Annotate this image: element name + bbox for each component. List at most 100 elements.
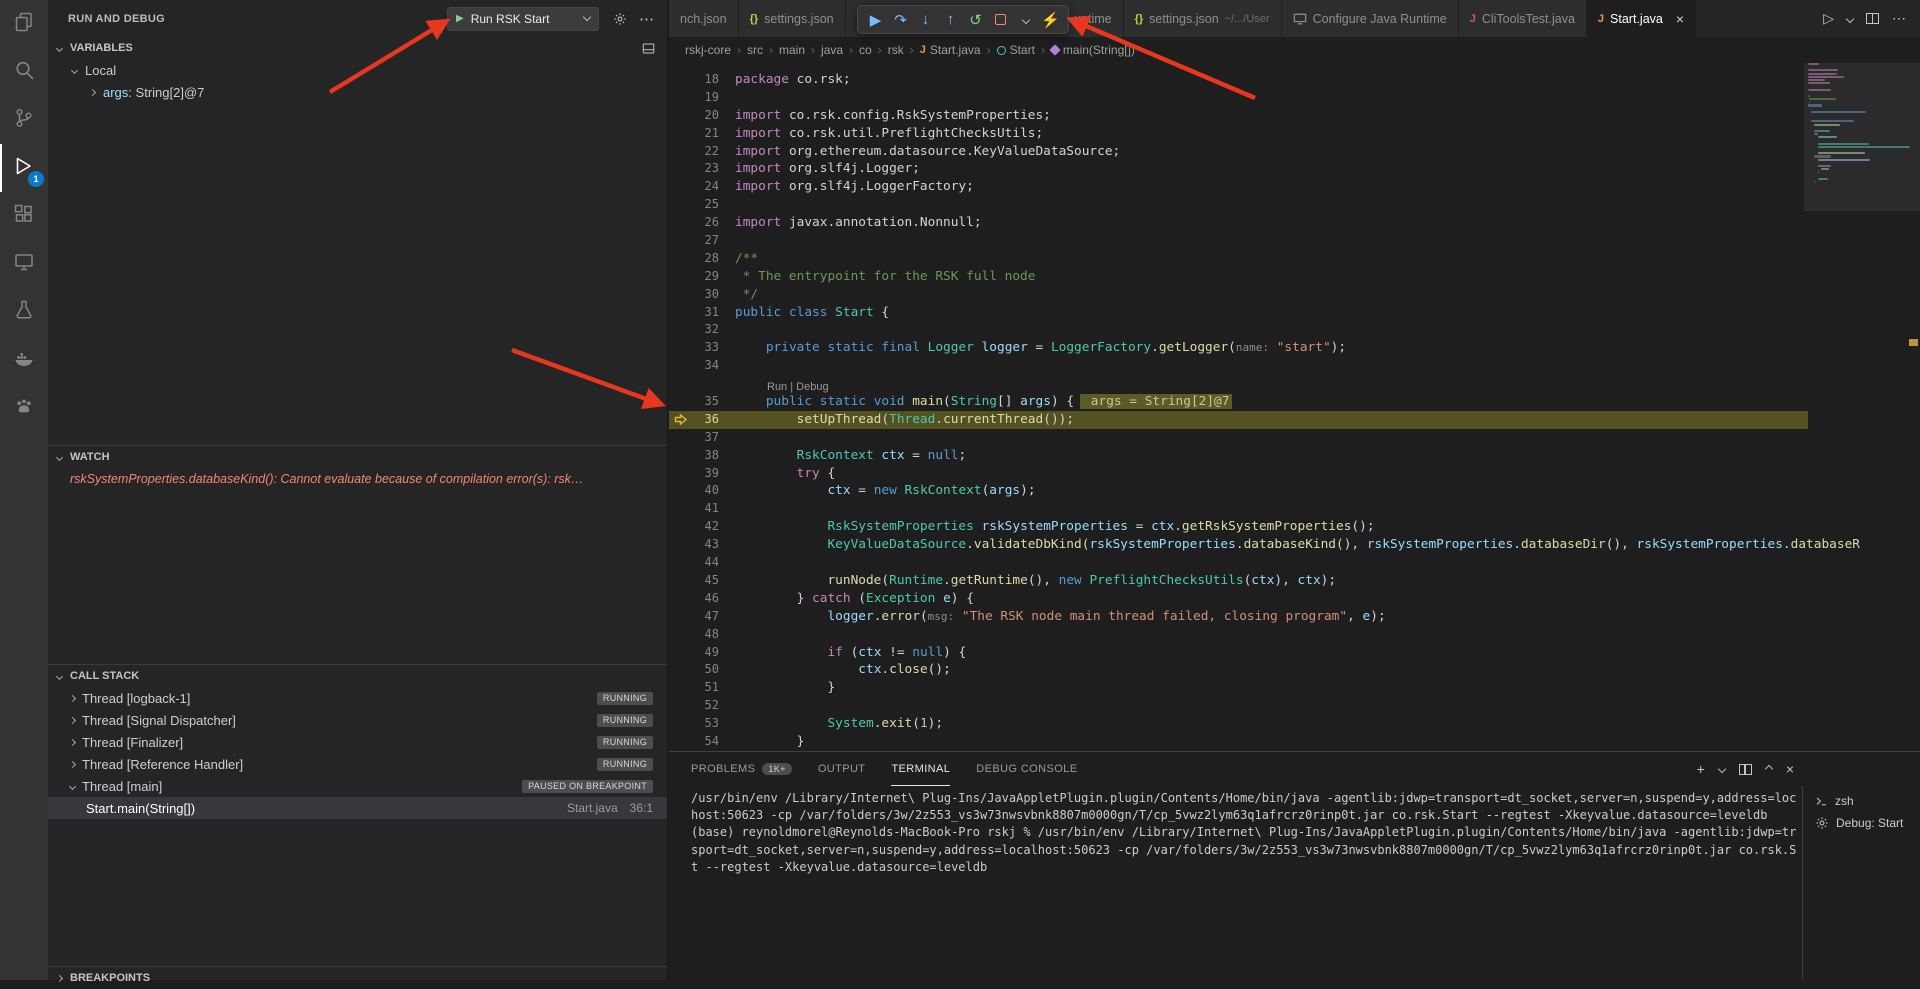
split-terminal-icon[interactable] (1739, 764, 1752, 775)
code-line[interactable]: 40 ctx = new RskContext(args); (669, 482, 1808, 500)
open-panel-icon[interactable] (642, 42, 655, 55)
panel-tab-debug-console[interactable]: DEBUG CONSOLE (976, 752, 1077, 786)
code-line[interactable]: 37 (669, 429, 1808, 447)
panel-tab-output[interactable]: OUTPUT (818, 752, 866, 786)
code-line[interactable]: 30 */ (669, 286, 1808, 304)
code-line[interactable]: 20import co.rsk.config.RskSystemProperti… (669, 107, 1808, 125)
chevron-down-icon[interactable] (1846, 14, 1854, 22)
more-actions-icon[interactable]: ⋯ (639, 10, 655, 28)
chevron-down-icon[interactable] (1718, 765, 1726, 773)
watch-header[interactable]: WATCH (48, 446, 667, 468)
variable-args[interactable]: args: String[2]@7 (48, 81, 667, 103)
restart-button[interactable]: ↺ (963, 6, 988, 33)
code-line[interactable]: 29 * The entrypoint for the RSK full nod… (669, 268, 1808, 286)
activity-testing-button[interactable] (0, 288, 48, 336)
code-line[interactable]: 19 (669, 89, 1808, 107)
tab-settings-json[interactable]: {}settings.json~/.../User (1124, 0, 1282, 37)
code-line[interactable]: 50 ctx.close(); (669, 661, 1808, 679)
breadcrumb-item[interactable]: main (779, 43, 805, 57)
breadcrumb-item[interactable]: rsk (888, 43, 904, 57)
code-line[interactable]: 46 } catch (Exception e) { (669, 590, 1808, 608)
terminal-output[interactable]: /usr/bin/env /Library/Internet\ Plug-Ins… (691, 790, 1796, 980)
code-line[interactable]: 45 runNode(Runtime.getRuntime(), new Pre… (669, 572, 1808, 590)
code-line[interactable]: 25 (669, 196, 1808, 214)
minimap[interactable] (1808, 63, 1906, 751)
activity-source-control-button[interactable] (0, 96, 48, 144)
code-line[interactable]: 23import org.slf4j.Logger; (669, 160, 1808, 178)
breadcrumb-item[interactable]: main(String[]) (1051, 43, 1135, 57)
code-line[interactable]: 42 RskSystemProperties rskSystemProperti… (669, 518, 1808, 536)
code-line[interactable]: 33 private static final Logger logger = … (669, 339, 1808, 357)
thread-row[interactable]: Thread [Signal Dispatcher]RUNNING (48, 709, 667, 731)
step-out-button[interactable]: ↑ (938, 6, 963, 33)
code-line[interactable]: 48 (669, 626, 1808, 644)
breadcrumb-item[interactable]: rskj-core (685, 43, 731, 57)
code-line[interactable]: 28/** (669, 250, 1808, 268)
current-execution-line[interactable]: 36 setUpThread(Thread.currentThread()); (669, 411, 1808, 429)
tab-settings-json[interactable]: {}settings.json (739, 0, 846, 37)
continue-button[interactable]: ▶ (863, 6, 888, 33)
code-editor[interactable]: 18package co.rsk;1920import co.rsk.confi… (669, 63, 1920, 751)
tab-start-java[interactable]: JStart.java× (1587, 0, 1696, 37)
more-actions-icon[interactable]: ⋯ (1892, 10, 1906, 27)
gear-icon[interactable] (613, 12, 627, 26)
maximize-panel-icon[interactable] (1765, 765, 1773, 773)
breakpoints-header[interactable]: BREAKPOINTS (48, 967, 667, 989)
code-line[interactable]: 53 System.exit(1); (669, 715, 1808, 733)
thread-row[interactable]: Thread [Reference Handler]RUNNING (48, 753, 667, 775)
panel-tab-terminal[interactable]: TERMINAL (891, 752, 950, 786)
code-line[interactable]: 38 RskContext ctx = null; (669, 447, 1808, 465)
activity-docker-button[interactable] (0, 336, 48, 384)
activity-extensions-button[interactable] (0, 192, 48, 240)
stack-frame[interactable]: Start.main(String[])Start.java36:1 (48, 797, 667, 819)
close-panel-button[interactable]: × (1786, 761, 1794, 777)
code-line[interactable]: 41 (669, 500, 1808, 518)
launch-config-select[interactable]: ▶ Run RSK Start (447, 7, 599, 31)
watch-expression[interactable]: rskSystemProperties.databaseKind(): Cann… (48, 468, 667, 486)
code-line[interactable]: 31public class Start { (669, 304, 1808, 322)
code-line[interactable]: 35 public static void main(String[] args… (669, 393, 1808, 411)
breadcrumb-item[interactable]: java (821, 43, 843, 57)
thread-row[interactable]: Thread [Finalizer]RUNNING (48, 731, 667, 753)
code-line[interactable]: 49 if (ctx != null) { (669, 644, 1808, 662)
code-lens-run-debug[interactable]: Run | Debug (669, 375, 1808, 393)
tab-nch-json[interactable]: nch.json (669, 0, 739, 37)
step-over-button[interactable]: ↷ (888, 6, 913, 33)
code-line[interactable]: 32 (669, 321, 1808, 339)
code-line[interactable]: 21import co.rsk.util.PreflightChecksUtil… (669, 125, 1808, 143)
terminal-list-item[interactable]: zsh (1803, 790, 1920, 812)
code-line[interactable]: 18package co.rsk; (669, 71, 1808, 89)
breadcrumb-item[interactable]: src (747, 43, 763, 57)
code-line[interactable]: 34 (669, 357, 1808, 375)
code-line[interactable]: 52 (669, 697, 1808, 715)
code-line[interactable]: 26import javax.annotation.Nonnull; (669, 214, 1808, 232)
run-file-button[interactable]: ▷ (1823, 10, 1834, 27)
code-line[interactable]: 22import org.ethereum.datasource.KeyValu… (669, 143, 1808, 161)
stop-button[interactable] (988, 6, 1013, 33)
split-editor-icon[interactable] (1866, 13, 1879, 24)
chevron-button[interactable] (1013, 6, 1038, 33)
step-into-button[interactable]: ↓ (913, 6, 938, 33)
activity-remote-explorer-button[interactable] (0, 240, 48, 288)
hot-code-replace-button[interactable]: ⚡ (1038, 6, 1063, 33)
thread-row[interactable]: Thread [main]PAUSED ON BREAKPOINT (48, 775, 667, 797)
new-terminal-button[interactable]: + (1697, 761, 1705, 777)
activity-extension-animal-button[interactable] (0, 384, 48, 432)
call-stack-header[interactable]: CALL STACK (48, 665, 667, 687)
terminal-list-item[interactable]: Debug: Start (1803, 812, 1920, 834)
code-line[interactable]: 27 (669, 232, 1808, 250)
close-icon[interactable]: × (1676, 11, 1684, 27)
panel-tab-problems[interactable]: PROBLEMS1K+ (691, 752, 792, 786)
minimap-slider[interactable] (1804, 63, 1920, 211)
activity-explorer-button[interactable] (0, 0, 48, 48)
breadcrumb-item[interactable]: co (859, 43, 872, 57)
code-line[interactable]: 43 KeyValueDataSource.validateDbKind(rsk… (669, 536, 1808, 554)
code-line[interactable]: 51 } (669, 679, 1808, 697)
activity-search-button[interactable] (0, 48, 48, 96)
thread-row[interactable]: Thread [logback-1]RUNNING (48, 687, 667, 709)
code-line[interactable]: 44 (669, 554, 1808, 572)
breadcrumb-item[interactable]: Start (997, 43, 1035, 57)
tab-configure-java-runtime[interactable]: Configure Java Runtime (1282, 0, 1459, 37)
tab-clitoolstest-java[interactable]: JCliToolsTest.java (1459, 0, 1587, 37)
code-line[interactable]: 54 } (669, 733, 1808, 751)
